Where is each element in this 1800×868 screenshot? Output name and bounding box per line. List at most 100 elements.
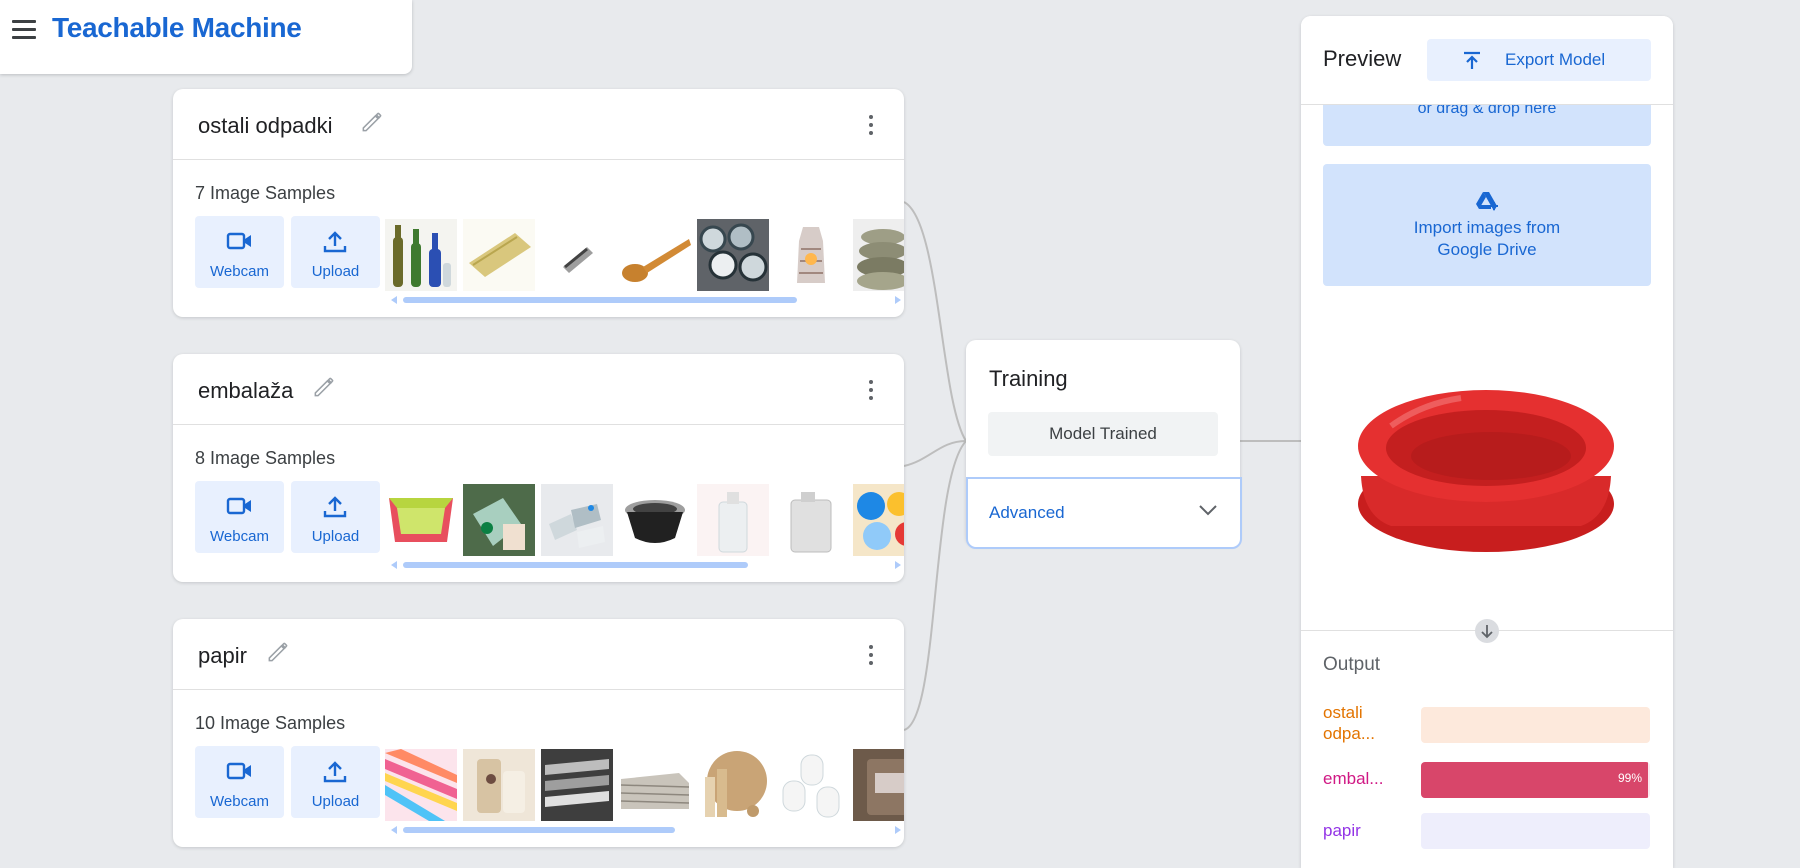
- class-name[interactable]: ostali odpadki: [198, 113, 333, 139]
- output-label-line1: embal...: [1323, 769, 1384, 788]
- sample-count: 7 Image Samples: [195, 183, 336, 203]
- upload-button[interactable]: Upload: [291, 746, 380, 818]
- output-label-line1: papir: [1323, 821, 1361, 840]
- videocam-icon: [226, 762, 251, 780]
- model-trained-button[interactable]: Model Trained: [988, 412, 1218, 456]
- upload-button[interactable]: Upload: [291, 481, 380, 553]
- output-label-line2: odpa...: [1323, 724, 1375, 743]
- thumbnail-scrollbar[interactable]: [391, 295, 901, 305]
- scroll-right-arrow-icon[interactable]: [895, 826, 901, 834]
- sample-thumbnail[interactable]: [697, 484, 769, 556]
- scroll-thumb[interactable]: [403, 297, 797, 303]
- output-label-embalaza: embal...: [1323, 768, 1419, 789]
- pencil-edit-icon[interactable]: [359, 109, 385, 135]
- sample-thumbnail[interactable]: [463, 484, 535, 556]
- upload-button[interactable]: Upload: [291, 216, 380, 288]
- advanced-toggle[interactable]: Advanced: [966, 477, 1242, 549]
- advanced-label: Advanced: [989, 503, 1065, 522]
- scroll-left-arrow-icon[interactable]: [391, 826, 397, 834]
- training-card: Training Model Trained Advanced: [966, 340, 1242, 549]
- upload-label: Upload: [311, 263, 360, 280]
- chevron-down-icon: [1199, 505, 1217, 516]
- output-label-papir: papir: [1323, 820, 1419, 841]
- videocam-icon: [226, 232, 251, 250]
- sample-count: 10 Image Samples: [195, 713, 346, 733]
- webcam-label: Webcam: [210, 793, 269, 810]
- sample-thumbnails: [385, 749, 904, 821]
- sample-thumbnail[interactable]: [619, 219, 691, 291]
- class-card-papir: papir 10 Image Samples Webcam Upload: [173, 619, 904, 847]
- scroll-left-arrow-icon[interactable]: [391, 296, 397, 304]
- class-card-embalaza: embalaža 8 Image Samples Webcam Upload: [173, 354, 904, 582]
- upload-icon: [323, 496, 347, 518]
- scroll-right-arrow-icon[interactable]: [895, 561, 901, 569]
- sample-thumbnail[interactable]: [619, 749, 691, 821]
- sample-thumbnail[interactable]: [541, 749, 613, 821]
- sample-thumbnail[interactable]: [619, 484, 691, 556]
- arrow-down-icon[interactable]: [1475, 619, 1499, 643]
- sample-thumbnail[interactable]: [697, 749, 769, 821]
- webcam-label: Webcam: [210, 528, 269, 545]
- drive-label-line2: Google Drive: [1437, 240, 1537, 259]
- sample-thumbnail[interactable]: [697, 219, 769, 291]
- webcam-button[interactable]: Webcam: [195, 216, 284, 288]
- sample-thumbnail[interactable]: [775, 749, 847, 821]
- scroll-thumb[interactable]: [403, 827, 676, 833]
- sample-thumbnail[interactable]: [541, 484, 613, 556]
- output-bar-embalaza: 99%: [1421, 762, 1650, 798]
- preview-header: Preview Export Model: [1301, 16, 1673, 105]
- class-name[interactable]: papir: [198, 643, 247, 669]
- more-vert-icon[interactable]: [868, 115, 874, 137]
- sample-thumbnail[interactable]: [385, 749, 457, 821]
- class-card-header: embalaža: [173, 354, 904, 425]
- output-title: Output: [1323, 654, 1381, 675]
- output-bar-fill: [1421, 762, 1648, 798]
- pencil-edit-icon[interactable]: [265, 639, 291, 665]
- class-name[interactable]: embalaža: [198, 378, 293, 404]
- sample-thumbnail[interactable]: [463, 219, 535, 291]
- sample-thumbnail[interactable]: [385, 219, 457, 291]
- videocam-icon: [226, 497, 251, 515]
- output-bar-papir: [1421, 813, 1650, 849]
- sample-thumbnail[interactable]: [853, 484, 904, 556]
- preview-title: Preview: [1323, 46, 1402, 71]
- sample-thumbnails: [385, 484, 904, 556]
- sample-thumbnail[interactable]: [853, 749, 904, 821]
- app-header: Teachable Machine: [0, 0, 412, 74]
- hamburger-menu-icon[interactable]: [12, 20, 36, 40]
- class-card-ostali-odpadki: ostali odpadki 7 Image Samples Webcam Up…: [173, 89, 904, 317]
- export-upload-icon: [1464, 51, 1480, 69]
- export-model-button[interactable]: Export Model: [1427, 39, 1651, 81]
- webcam-button[interactable]: Webcam: [195, 481, 284, 553]
- thumbnail-scrollbar[interactable]: [391, 825, 901, 835]
- sample-thumbnail[interactable]: [385, 484, 457, 556]
- scroll-right-arrow-icon[interactable]: [895, 296, 901, 304]
- drive-label-line1: Import images from: [1413, 218, 1561, 237]
- class-card-header: ostali odpadki: [173, 89, 904, 160]
- class-card-header: papir: [173, 619, 904, 690]
- sample-thumbnail[interactable]: [853, 219, 904, 291]
- upload-label: Upload: [311, 793, 360, 810]
- scroll-thumb[interactable]: [403, 562, 749, 568]
- webcam-button[interactable]: Webcam: [195, 746, 284, 818]
- more-vert-icon[interactable]: [868, 380, 874, 402]
- app-title[interactable]: Teachable Machine: [52, 12, 302, 44]
- sample-thumbnail[interactable]: [775, 484, 847, 556]
- sample-thumbnail[interactable]: [463, 749, 535, 821]
- google-drive-add-icon: [1476, 192, 1498, 211]
- upload-label: Upload: [311, 528, 360, 545]
- scroll-left-arrow-icon[interactable]: [391, 561, 397, 569]
- import-google-drive-button[interactable]: Import images from Google Drive: [1323, 164, 1651, 286]
- output-percent: 99%: [1617, 771, 1642, 785]
- more-vert-icon[interactable]: [868, 645, 874, 667]
- sample-thumbnail[interactable]: [775, 219, 847, 291]
- thumbnail-scrollbar[interactable]: [391, 560, 901, 570]
- export-model-label: Export Model: [1505, 50, 1606, 69]
- pencil-edit-icon[interactable]: [311, 374, 337, 400]
- sample-thumbnails: [385, 219, 904, 291]
- upload-icon: [323, 231, 347, 253]
- sample-thumbnail[interactable]: [541, 219, 613, 291]
- webcam-label: Webcam: [210, 263, 269, 280]
- training-title: Training: [989, 366, 1068, 391]
- output-label-line1: ostali: [1323, 703, 1363, 722]
